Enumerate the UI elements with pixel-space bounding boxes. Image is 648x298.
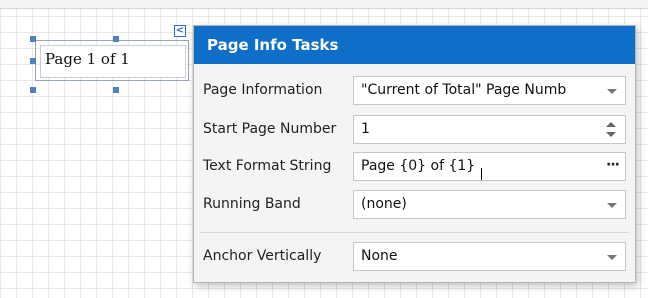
- page-info-tasks-panel: Page Info Tasks Page Information "Curren…: [193, 25, 636, 283]
- row-running-band: Running Band (none): [194, 188, 635, 220]
- row-text-format-string: Text Format String Page {0} of {1} ···: [194, 150, 635, 182]
- page-info-label-text: Page 1 of 1: [40, 45, 186, 78]
- chevron-down-icon[interactable]: [607, 89, 617, 94]
- text-format-string-value: Page {0} of {1}: [361, 158, 476, 174]
- row-anchor-vertically: Anchor Vertically None: [194, 240, 635, 272]
- anchor-vertically-dropdown[interactable]: None: [353, 242, 626, 271]
- selection-handle-top-middle[interactable]: [113, 36, 119, 42]
- start-page-number-spinner[interactable]: 1: [353, 115, 626, 144]
- chevron-down-icon[interactable]: [607, 255, 617, 260]
- row-page-information: Page Information "Current of Total" Page…: [194, 74, 635, 106]
- anchor-vertically-value: None: [361, 248, 398, 264]
- selection-handle-bottom-left[interactable]: [30, 87, 36, 93]
- spin-up-icon[interactable]: [606, 122, 616, 127]
- text-format-string-input[interactable]: Page {0} of {1} ···: [353, 152, 626, 181]
- running-band-dropdown[interactable]: (none): [353, 190, 626, 219]
- selection-handle-bottom-middle[interactable]: [113, 87, 119, 93]
- running-band-value: (none): [361, 196, 407, 212]
- panel-title: Page Info Tasks: [194, 26, 635, 64]
- selection-handle-top-left[interactable]: [30, 36, 36, 42]
- page-info-control[interactable]: Page 1 of 1: [35, 40, 189, 81]
- text-format-string-label: Text Format String: [203, 158, 332, 174]
- text-caret: [481, 167, 483, 180]
- ellipsis-icon[interactable]: ···: [606, 153, 620, 177]
- page-information-value: "Current of Total" Page Numb: [361, 82, 567, 98]
- page-information-label: Page Information: [203, 82, 323, 98]
- start-page-number-label: Start Page Number: [203, 121, 337, 137]
- spin-down-icon[interactable]: [606, 132, 616, 137]
- chevron-down-icon[interactable]: [607, 203, 617, 208]
- page-information-dropdown[interactable]: "Current of Total" Page Numb: [353, 76, 626, 105]
- panel-separator: [200, 232, 629, 233]
- running-band-label: Running Band: [203, 196, 301, 212]
- anchor-vertically-label: Anchor Vertically: [203, 248, 322, 264]
- top-ruler: [0, 0, 648, 9]
- selection-handle-middle-left[interactable]: [30, 58, 36, 64]
- start-page-number-value: 1: [361, 121, 370, 137]
- row-start-page-number: Start Page Number 1: [194, 113, 635, 145]
- collapse-arrow-icon[interactable]: <: [174, 25, 186, 37]
